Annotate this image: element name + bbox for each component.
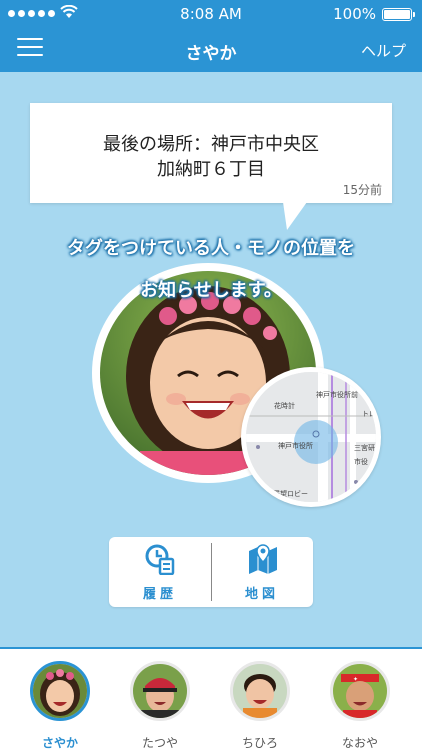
map-label-observatory: 示展望ロビー [266, 489, 308, 498]
map-label-shiyaku: 市役 [354, 457, 368, 466]
page-title: さやか [185, 44, 237, 64]
battery-icon [382, 8, 415, 21]
location-line-2: 加納町６丁目 [157, 159, 265, 180]
tab-name: なおや [341, 736, 378, 750]
avatar [130, 661, 190, 721]
map-button[interactable]: 地図 [211, 537, 313, 607]
tab-naoya[interactable]: ✦ なおや [320, 661, 400, 750]
history-label: 履歴 [142, 587, 177, 602]
avatar [30, 661, 90, 721]
time-ago: 15分前 [342, 183, 382, 197]
avatar: ✦ [330, 661, 390, 721]
avatar [230, 661, 290, 721]
battery-percent: 100% [333, 5, 376, 23]
tab-tatsuya[interactable]: たつや [120, 661, 200, 750]
map-icon [249, 544, 277, 574]
nav-bar: さやか ヘルプ [0, 28, 422, 72]
tagline-line-1: タグをつけている人・モノの位置を [67, 238, 355, 259]
bubble-tail [283, 202, 307, 230]
map-label-sannomiya: 三宮研 [354, 443, 375, 452]
history-icon [145, 544, 175, 575]
help-button[interactable]: ヘルプ [361, 40, 406, 61]
map-label-toro: トロ [362, 410, 376, 418]
tab-name: たつや [141, 736, 178, 750]
history-button[interactable]: 履歴 [109, 537, 211, 607]
mini-map-frame[interactable]: 神戸市役所前 花時計 神戸市役所 三宮研 市役 示展望ロビー トロ [241, 367, 381, 507]
map-label-city-hall: 神戸市役所 [278, 441, 313, 450]
tab-name: ちひろ [241, 736, 278, 750]
mini-map[interactable]: 神戸市役所前 花時計 神戸市役所 三宮研 市役 示展望ロビー トロ [246, 372, 376, 502]
map-label-city-hall-mae: 神戸市役所前 [316, 390, 358, 399]
tab-chihiro[interactable]: ちひろ [220, 661, 300, 750]
status-bar: 8:08 AM 100% [0, 0, 422, 28]
map-label: 地図 [244, 587, 279, 602]
map-label-flower-clock: 花時計 [274, 401, 295, 410]
tab-name: さやか [41, 736, 78, 750]
last-location-bubble: 最後の場所：神戸市中央区 加納町６丁目 15分前 [30, 103, 392, 203]
tab-sayaka[interactable]: さやか [20, 661, 100, 750]
action-panel: 履歴 地図 [109, 537, 313, 607]
tagline-line-2: お知らせします。 [140, 280, 282, 301]
location-line-1: 最後の場所：神戸市中央区 [103, 134, 319, 155]
tag-tab-bar: さやか たつや ちひろ ✦ なおや [0, 647, 422, 750]
